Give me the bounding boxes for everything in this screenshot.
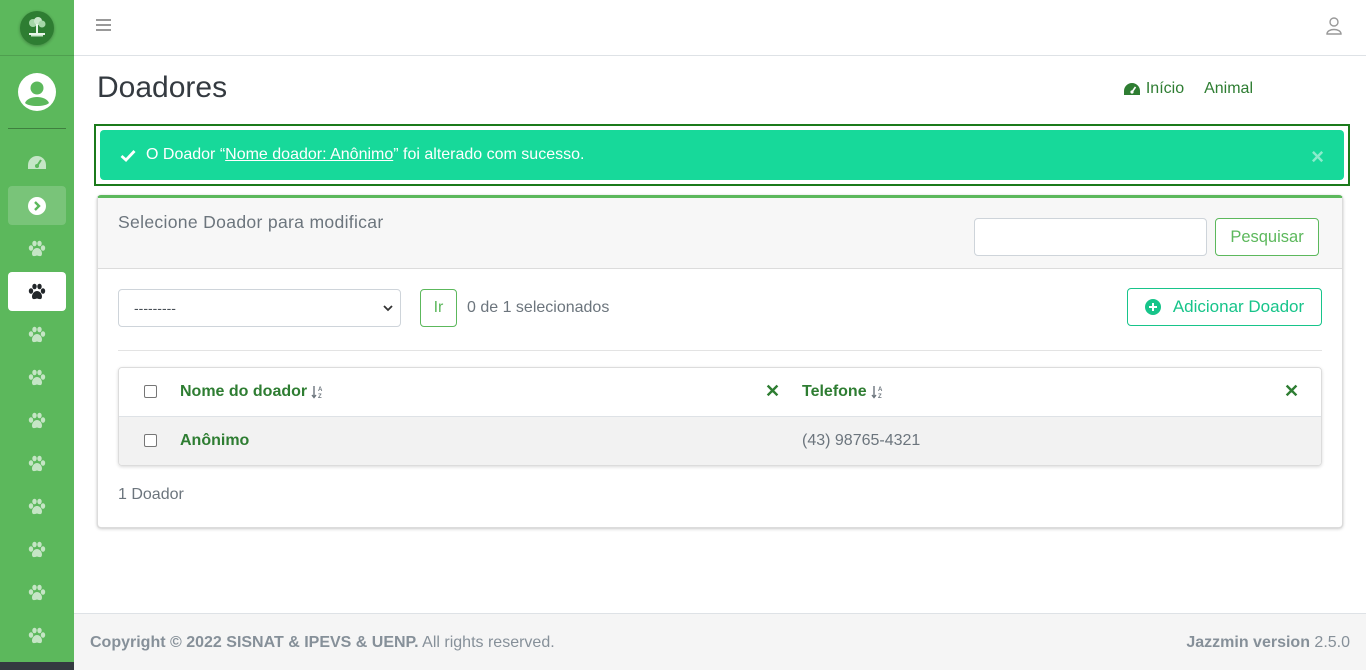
- sidebar-bottom-bar: [0, 662, 74, 670]
- selected-count: 0 de 1 selecionados: [467, 299, 610, 316]
- alert-close-button[interactable]: ×: [1311, 144, 1324, 170]
- go-button[interactable]: Ir: [420, 289, 457, 327]
- paw-icon: [28, 240, 46, 256]
- table-row: Anônimo (43) 98765-4321: [119, 417, 1321, 465]
- plus-circle-icon: [1144, 299, 1161, 315]
- user-icon: [1326, 17, 1342, 35]
- paw-icon: [28, 369, 46, 385]
- column-header-telefone-label: Telefone: [802, 383, 867, 400]
- search-button[interactable]: Pesquisar: [1215, 218, 1319, 256]
- paw-icon: [28, 627, 46, 643]
- paw-icon: [28, 412, 46, 428]
- sidebar-item-animal-1[interactable]: [8, 229, 66, 268]
- brand[interactable]: [0, 0, 74, 56]
- breadcrumb: Início Animal: [1123, 80, 1253, 98]
- check-icon: [120, 149, 136, 162]
- search-input[interactable]: [974, 218, 1207, 256]
- main-content: Doadores Início Animal O Doador “Nome do…: [74, 56, 1366, 613]
- add-doador-button[interactable]: Adicionar Doador: [1127, 288, 1322, 326]
- sidebar-item-animal-8[interactable]: [8, 530, 66, 569]
- breadcrumb-animal[interactable]: Animal: [1204, 80, 1253, 98]
- footer-version-label: Jazzmin version: [1186, 634, 1310, 651]
- card-header: Selecione Doador para modificar Pesquisa…: [98, 198, 1342, 269]
- svg-text:A: A: [878, 387, 883, 393]
- results-table: Nome do doador A Z ✕ Telefone A Z ✕ Anôn…: [118, 367, 1322, 466]
- footer-version-value: 2.5.0: [1309, 634, 1350, 651]
- sidebar-divider: [8, 128, 66, 129]
- remove-sort-telefone-icon[interactable]: ✕: [1284, 381, 1299, 402]
- svg-text:Z: Z: [318, 394, 322, 399]
- dashboard-icon: [1123, 83, 1140, 95]
- menu-toggle-button[interactable]: [96, 18, 112, 37]
- sidebar-item-doadores[interactable]: [8, 272, 66, 311]
- dashboard-icon: [28, 155, 46, 169]
- row-phone: (43) 98765-4321: [802, 432, 921, 449]
- success-alert: O Doador “Nome doador: Anônimo ” foi alt…: [100, 130, 1344, 180]
- row-name-link[interactable]: Anônimo: [180, 432, 249, 450]
- sidebar-item-animal-3[interactable]: [8, 315, 66, 354]
- add-doador-label: Adicionar Doador: [1172, 297, 1305, 316]
- sidebar-item-animal-9[interactable]: [8, 573, 66, 612]
- column-header-nome[interactable]: Nome do doador A Z: [180, 383, 325, 401]
- sidebar-item-animal-10[interactable]: [8, 616, 66, 655]
- paw-icon: [28, 541, 46, 557]
- footer-copyright-bold: Copyright © 2022 SISNAT & IPEVS & UENP.: [90, 634, 419, 651]
- user-panel[interactable]: [0, 56, 74, 128]
- alert-focus-outline: O Doador “Nome doador: Anônimo ” foi alt…: [94, 124, 1350, 186]
- paw-icon: [28, 283, 46, 299]
- sidebar-item-animal-5[interactable]: [8, 401, 66, 440]
- select-all-checkbox[interactable]: [144, 385, 157, 398]
- sidebar-item-expand[interactable]: [8, 186, 66, 225]
- sidebar-item-animal-7[interactable]: [8, 487, 66, 526]
- footer-copyright: Copyright © 2022 SISNAT & IPEVS & UENP. …: [90, 634, 555, 652]
- sidebar-item-animal-6[interactable]: [8, 444, 66, 483]
- paw-icon: [28, 498, 46, 514]
- top-navbar: [74, 0, 1366, 56]
- sort-alpha-icon: A Z: [311, 386, 323, 399]
- changelist-card: Selecione Doador para modificar Pesquisa…: [97, 195, 1343, 528]
- remove-sort-nome-icon[interactable]: ✕: [765, 381, 780, 402]
- table-header: Nome do doador A Z ✕ Telefone A Z ✕: [119, 368, 1321, 417]
- paw-icon: [28, 584, 46, 600]
- sort-alpha-icon: A Z: [871, 386, 883, 399]
- svg-text:A: A: [318, 387, 323, 393]
- divider: [118, 350, 1322, 351]
- hamburger-icon: [96, 19, 111, 31]
- sidebar: [0, 0, 74, 670]
- column-header-nome-label: Nome do doador: [180, 383, 308, 400]
- footer: Copyright © 2022 SISNAT & IPEVS & UENP. …: [74, 613, 1366, 670]
- alert-suffix: ” foi alterado com sucesso.: [393, 146, 585, 163]
- alert-prefix: O Doador “: [146, 146, 226, 163]
- column-header-telefone[interactable]: Telefone A Z: [802, 383, 885, 401]
- svg-text:Z: Z: [878, 394, 882, 399]
- action-select-value: ---------: [134, 300, 176, 316]
- chevron-circle-right-icon: [28, 196, 46, 215]
- user-menu-button[interactable]: [1326, 17, 1342, 40]
- chevron-down-icon: [383, 305, 393, 312]
- result-total: 1 Doador: [118, 486, 184, 503]
- row-checkbox[interactable]: [144, 434, 157, 447]
- sidebar-item-animal-4[interactable]: [8, 358, 66, 397]
- paw-icon: [28, 455, 46, 471]
- card-title: Selecione Doador para modificar: [118, 212, 384, 232]
- user-avatar-icon: [18, 73, 56, 111]
- footer-copyright-rest: All rights reserved.: [418, 634, 555, 651]
- sidebar-item-dashboard[interactable]: [8, 143, 66, 182]
- paw-icon: [28, 326, 46, 342]
- tree-logo-icon: [20, 10, 54, 45]
- footer-version: Jazzmin version 2.5.0: [1186, 634, 1350, 652]
- alert-object-link[interactable]: Nome doador: Anônimo: [225, 146, 393, 164]
- breadcrumb-home-label: Início: [1145, 80, 1185, 97]
- action-select[interactable]: ---------: [118, 289, 401, 327]
- breadcrumb-home[interactable]: Início: [1123, 80, 1184, 98]
- page-title: Doadores: [97, 71, 228, 104]
